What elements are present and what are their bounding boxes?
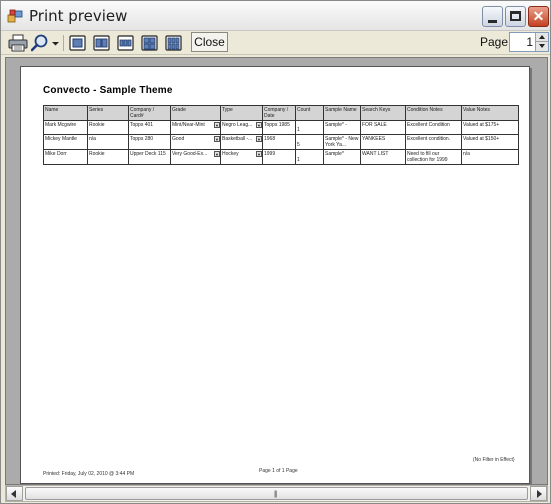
printed-timestamp: Printed: Friday, July 02, 2010 @ 3:44 PM: [43, 471, 135, 477]
preview-area[interactable]: Convecto - Sample Theme Name Series Comp…: [5, 57, 548, 485]
table-cell: Mark Mcgwire: [43, 120, 88, 135]
scroll-thumb[interactable]: |||: [25, 487, 528, 500]
table-cell: Good: [172, 136, 185, 142]
two-pages-icon[interactable]: [93, 34, 110, 52]
table-cell: Very Good-Ex...: [172, 151, 208, 157]
title-bar: Print preview ✕: [1, 1, 550, 31]
spin-down-button[interactable]: [535, 42, 548, 51]
column-header: Value Notes: [461, 105, 519, 121]
table-cell: Rookie: [87, 149, 129, 165]
table-cell: n/a: [461, 149, 519, 165]
type-dropdown-cell: Negro Leag... ▼: [220, 120, 263, 135]
table-cell: Mike Dorr: [43, 149, 88, 165]
page-label: Page: [480, 35, 509, 49]
table-cell: Sample* -: [323, 120, 361, 135]
minimize-icon: [488, 20, 497, 23]
app-icon: [7, 9, 23, 23]
printer-icon[interactable]: [8, 34, 28, 52]
table-cell: Rookie: [87, 120, 129, 135]
scroll-right-button[interactable]: [530, 486, 547, 501]
column-header: Company / Date: [262, 105, 296, 121]
table-cell: Excellent condition.: [405, 134, 462, 150]
table-cell: n/a: [87, 134, 129, 150]
table-cell: Valued at $150+: [461, 134, 519, 150]
table-cell: FOR SALE: [360, 120, 406, 135]
close-window-button[interactable]: ✕: [528, 6, 549, 27]
table-cell: Valued at $175+: [461, 120, 519, 135]
chevron-down-icon: ▼: [214, 151, 220, 157]
spin-up-button[interactable]: [535, 33, 548, 42]
filter-status: (No Filter in Effect): [473, 457, 515, 463]
type-dropdown-cell: Basketball -... ▼: [220, 134, 263, 150]
table-cell: WANT LIST: [360, 149, 406, 165]
table-cell: Negro Leag...: [222, 122, 253, 128]
column-header: Condition Notes: [405, 105, 462, 121]
column-header: Count: [295, 105, 324, 121]
grade-dropdown-cell: Very Good-Ex... ▼: [170, 149, 221, 165]
three-pages-icon[interactable]: [117, 34, 134, 52]
chevron-down-icon: ▼: [256, 122, 262, 128]
table-cell: YANKEES: [360, 134, 406, 150]
column-header: Search Keys: [360, 105, 406, 121]
close-icon: ✕: [532, 8, 545, 24]
grip-icon: |||: [274, 491, 278, 498]
chevron-down-icon: ▼: [214, 136, 220, 142]
page-number-value[interactable]: 1: [526, 35, 533, 49]
table-row: Mike Dorr Rookie Upper Deck 115 Very Goo…: [43, 149, 519, 165]
grade-dropdown-cell: Good ▼: [170, 134, 221, 150]
table-cell: 5: [295, 134, 324, 150]
maximize-icon: [510, 11, 521, 21]
preview-page: Convecto - Sample Theme Name Series Comp…: [20, 66, 530, 484]
one-page-icon[interactable]: [69, 34, 86, 52]
table-cell: Topps 401: [128, 120, 171, 135]
table-cell: Upper Deck 115: [128, 149, 171, 165]
minimize-button[interactable]: [482, 6, 503, 27]
table-cell: Mickey Mantle: [43, 134, 88, 150]
column-header: Sample Name: [323, 105, 361, 121]
chevron-down-icon: ▼: [214, 122, 220, 128]
close-button[interactable]: Close: [191, 32, 228, 52]
table-header-row: Name Series Company / Card# Grade Type C…: [43, 105, 519, 121]
scroll-left-button[interactable]: [6, 486, 23, 501]
horizontal-scrollbar[interactable]: |||: [5, 485, 548, 502]
type-dropdown-cell: Hockey ▼: [220, 149, 263, 165]
document-title: Convecto - Sample Theme: [43, 85, 173, 96]
four-pages-icon[interactable]: [141, 34, 158, 52]
table-cell: Sample*: [323, 149, 361, 165]
chevron-down-icon: ▼: [256, 136, 262, 142]
window-title: Print preview: [29, 7, 128, 25]
chevron-down-icon[interactable]: [51, 34, 60, 52]
table-cell: 1968: [262, 134, 296, 150]
table-cell: Sample* - New York Ya...: [323, 134, 361, 150]
table-row: Mark Mcgwire Rookie Topps 401 Mint/Near-…: [43, 120, 519, 135]
page-number-spinner[interactable]: 1: [509, 32, 549, 52]
table-cell: Topps 280: [128, 134, 171, 150]
six-pages-icon[interactable]: [165, 34, 182, 52]
table-row: Mickey Mantle n/a Topps 280 Good ▼ Basket…: [43, 134, 519, 150]
column-header: Series: [87, 105, 129, 121]
zoom-icon[interactable]: [31, 34, 49, 52]
column-header: Grade: [170, 105, 221, 121]
toolbar: Close Page 1: [1, 31, 550, 55]
column-header: Type: [220, 105, 263, 121]
table-cell: 1999: [262, 149, 296, 165]
chevron-down-icon: ▼: [256, 151, 262, 157]
maximize-button[interactable]: [505, 6, 526, 27]
table-cell: Need to fill our collection for 1999: [405, 149, 462, 165]
table-cell: 1: [295, 120, 324, 135]
toolbar-separator: [63, 35, 64, 51]
grade-dropdown-cell: Mint/Near-Mint ▼: [170, 120, 221, 135]
report-table: Name Series Company / Card# Grade Type C…: [43, 105, 519, 165]
table-cell: Basketball -...: [222, 136, 253, 142]
table-cell: 1: [295, 149, 324, 165]
table-cell: Topps 1985: [262, 120, 296, 135]
page-count: Page 1 of 1 Page: [259, 468, 298, 474]
table-cell: Mint/Near-Mint: [172, 122, 205, 128]
print-preview-window: Print preview ✕ Close Page 1 Convecto - …: [0, 0, 551, 504]
column-header: Name: [43, 105, 88, 121]
table-cell: Hockey: [222, 151, 239, 157]
column-header: Company / Card#: [128, 105, 171, 121]
table-cell: Excellent Condition: [405, 120, 462, 135]
